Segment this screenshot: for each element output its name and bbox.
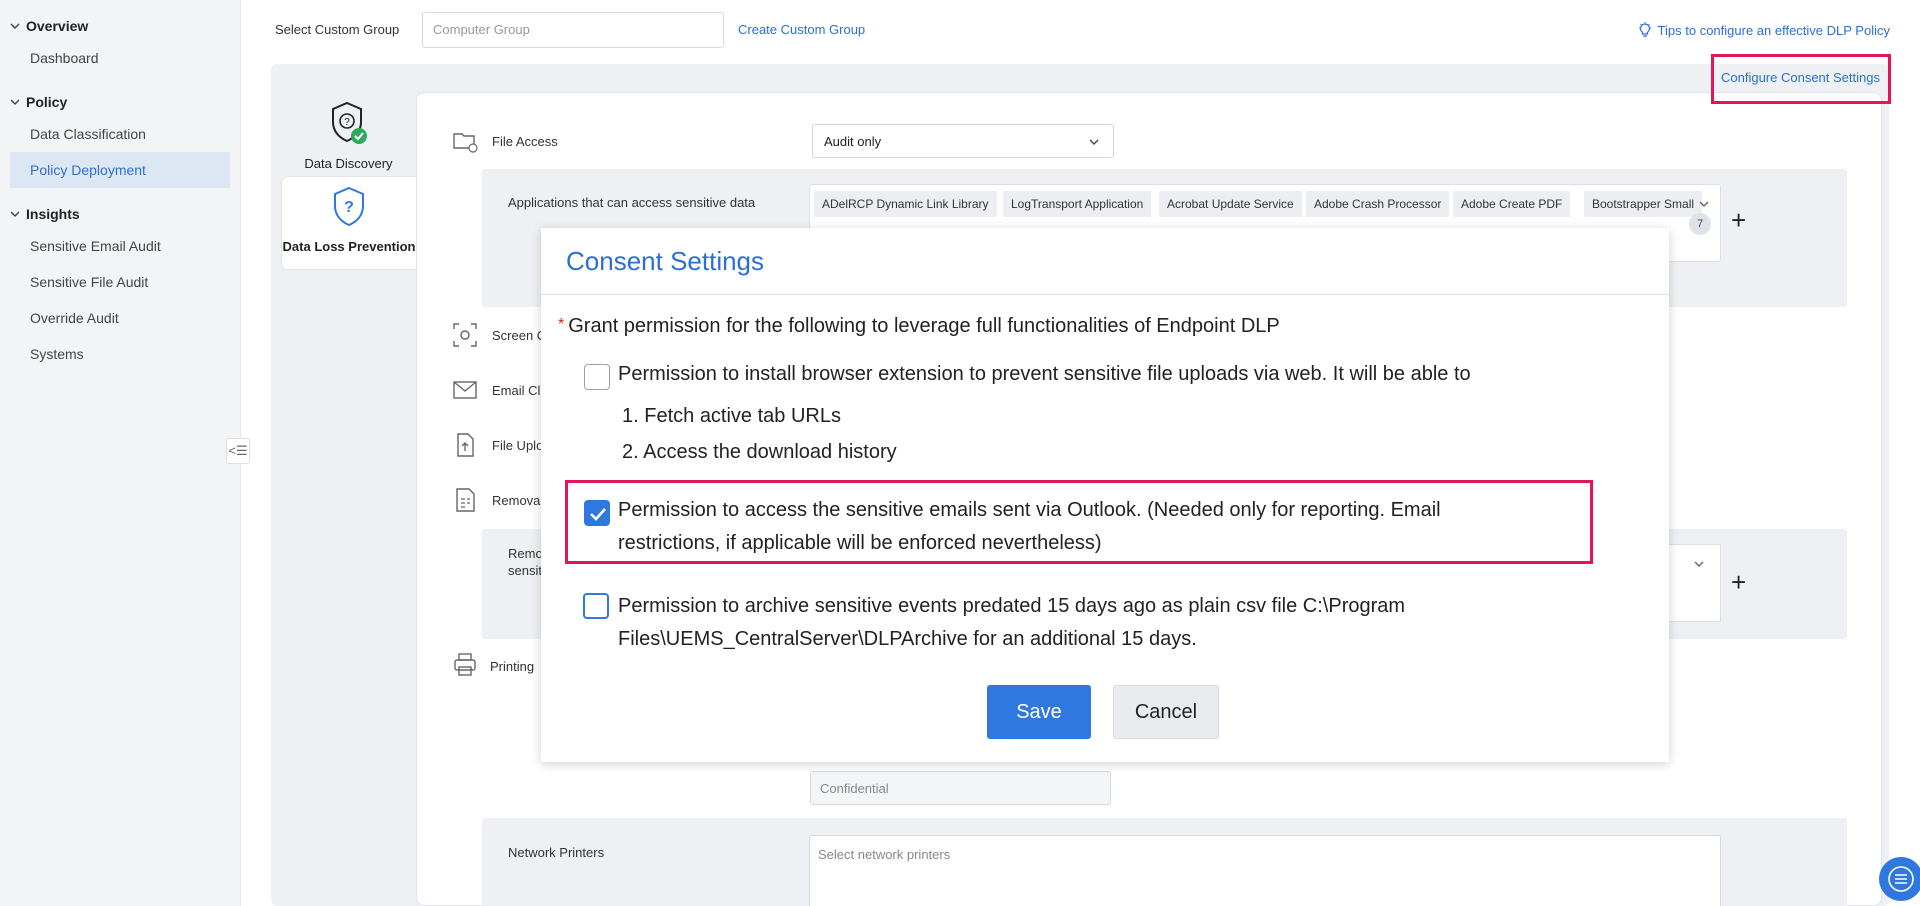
nav-head-label: Insights [26, 206, 80, 222]
tab-data-loss-prevention[interactable]: ? Data Loss Prevention [281, 176, 416, 270]
screen-capture-label: Screen C [492, 328, 547, 343]
printer-icon [454, 653, 476, 676]
perm1-sub1: 1. Fetch active tab URLs [622, 405, 841, 427]
perm1-sub2: 2. Access the download history [622, 441, 897, 463]
app-chip[interactable]: Adobe Create PDF [1453, 191, 1571, 217]
sidebar-item-sensitive-file-audit[interactable]: Sensitive File Audit [0, 264, 230, 300]
removable-label: Removal [492, 493, 544, 508]
tab-data-discovery[interactable]: ? Data Discovery [281, 100, 416, 174]
create-custom-group-link[interactable]: Create Custom Group [738, 22, 865, 37]
perm3-line1: Permission to archive sensitive events p… [618, 595, 1406, 617]
chevron-down-icon [1694, 561, 1704, 567]
shield-question-icon: ? [334, 186, 364, 227]
chevron-down-icon[interactable] [1699, 199, 1709, 209]
nav-head-overview[interactable]: Overview [0, 12, 240, 40]
consent-settings-modal: Consent Settings * Grant permission for t… [541, 228, 1669, 762]
nav-section-overview: Overview Dashboard [0, 12, 240, 76]
browser-extension-checkbox[interactable] [584, 364, 610, 390]
folder-icon [453, 133, 478, 153]
apps-count-badge: 7 [1689, 213, 1711, 235]
tab-data-loss-prevention-label: Data Loss Prevention [282, 239, 416, 254]
file-upload-label: File Uplo [492, 438, 544, 453]
nav-section-policy: Policy Data Classification Policy Deploy… [0, 88, 240, 188]
app-chip[interactable]: ADelRCP Dynamic Link Library [814, 191, 997, 217]
removable-sub-line1: Remo [508, 546, 543, 561]
nav-head-insights[interactable]: Insights [0, 200, 240, 228]
sidebar-item-policy-deployment[interactable]: Policy Deployment [10, 152, 230, 188]
file-access-value: Audit only [824, 134, 882, 149]
save-button[interactable]: Save [987, 685, 1091, 739]
tips-link-label: Tips to configure an effective DLP Polic… [1657, 22, 1890, 38]
required-asterisk: * [558, 316, 565, 333]
apps-label: Applications that can access sensitive d… [508, 195, 756, 210]
perm1-text: Permission to install browser extension … [618, 363, 1471, 385]
lightbulb-icon [1638, 22, 1651, 37]
cancel-button[interactable]: Cancel [1113, 685, 1219, 739]
svg-text:?: ? [344, 117, 350, 128]
email-client-label: Email Cli [492, 383, 544, 398]
configure-consent-settings-link[interactable]: Configure Consent Settings [1721, 70, 1880, 85]
grant-text: Grant permission for the following to le… [568, 315, 1280, 337]
outlook-permission-checkbox[interactable] [584, 500, 610, 526]
network-printers-input[interactable]: Select network printers [809, 835, 1721, 906]
custom-group-label: Select Custom Group [275, 22, 400, 37]
sidebar: Overview Dashboard Policy Data Classific… [0, 0, 241, 906]
grant-permission-text: * Grant permission for the following to l… [558, 310, 1280, 344]
menu-lines-icon [1888, 866, 1914, 892]
modal-title: Consent Settings [566, 246, 765, 276]
chevron-down-icon [10, 23, 20, 29]
chevron-down-icon [1089, 139, 1099, 145]
sidebar-item-sensitive-email-audit[interactable]: Sensitive Email Audit [0, 228, 230, 264]
perm3-line2: Files\UEMS_CentralServer\DLPArchive for … [618, 628, 1197, 650]
file-access-label: File Access [492, 134, 558, 149]
app-chip[interactable]: Acrobat Update Service [1159, 191, 1302, 217]
sidebar-item-systems[interactable]: Systems [0, 336, 230, 372]
file-access-select[interactable]: Audit only [812, 124, 1114, 158]
sidebar-item-dashboard[interactable]: Dashboard [0, 40, 230, 76]
svg-text:?: ? [344, 199, 354, 216]
app-chip[interactable]: Bootstrapper Small [1584, 191, 1703, 217]
chat-icon[interactable] [1879, 857, 1920, 901]
tips-link[interactable]: Tips to configure an effective DLP Polic… [1638, 22, 1890, 38]
chevron-down-icon [10, 211, 20, 217]
confidential-input[interactable]: Confidential [810, 771, 1111, 805]
modal-divider [541, 294, 1669, 295]
app-chip[interactable]: Adobe Crash Processor [1306, 191, 1450, 217]
nav-head-label: Policy [26, 94, 68, 110]
shield-question-icon: ? [331, 101, 367, 144]
custom-group-input[interactable]: Computer Group [422, 12, 724, 48]
nav-section-insights: Insights Sensitive Email Audit Sensitive… [0, 200, 240, 372]
nav-head-policy[interactable]: Policy [0, 88, 240, 116]
sidebar-item-override-audit[interactable]: Override Audit [0, 300, 230, 336]
add-removable-button[interactable]: + [1731, 567, 1746, 598]
network-printers-label: Network Printers [508, 845, 605, 860]
nav-head-label: Overview [26, 18, 89, 34]
removable-sub-line2: sensit [508, 563, 542, 578]
archive-permission-checkbox[interactable] [583, 593, 609, 619]
perm2-line1: Permission to access the sensitive email… [618, 499, 1441, 521]
sidebar-item-data-classification[interactable]: Data Classification [0, 116, 230, 152]
tab-data-discovery-label: Data Discovery [304, 156, 393, 171]
checkmark-icon [590, 508, 606, 521]
mail-icon [453, 381, 477, 399]
collapse-left-icon[interactable]: <☰ [226, 438, 250, 464]
perm2-line2: restrictions, if applicable will be enfo… [618, 532, 1102, 554]
add-app-button[interactable]: + [1731, 205, 1746, 236]
printing-label: Printing [490, 659, 535, 674]
app-chip[interactable]: LogTransport Application [1003, 191, 1152, 217]
removable-device-icon [456, 488, 475, 512]
topbar: Select Custom Group Computer Group Creat… [241, 0, 1920, 60]
screen-capture-icon [453, 323, 477, 347]
chevron-down-icon [10, 99, 20, 105]
file-upload-icon [457, 433, 474, 457]
